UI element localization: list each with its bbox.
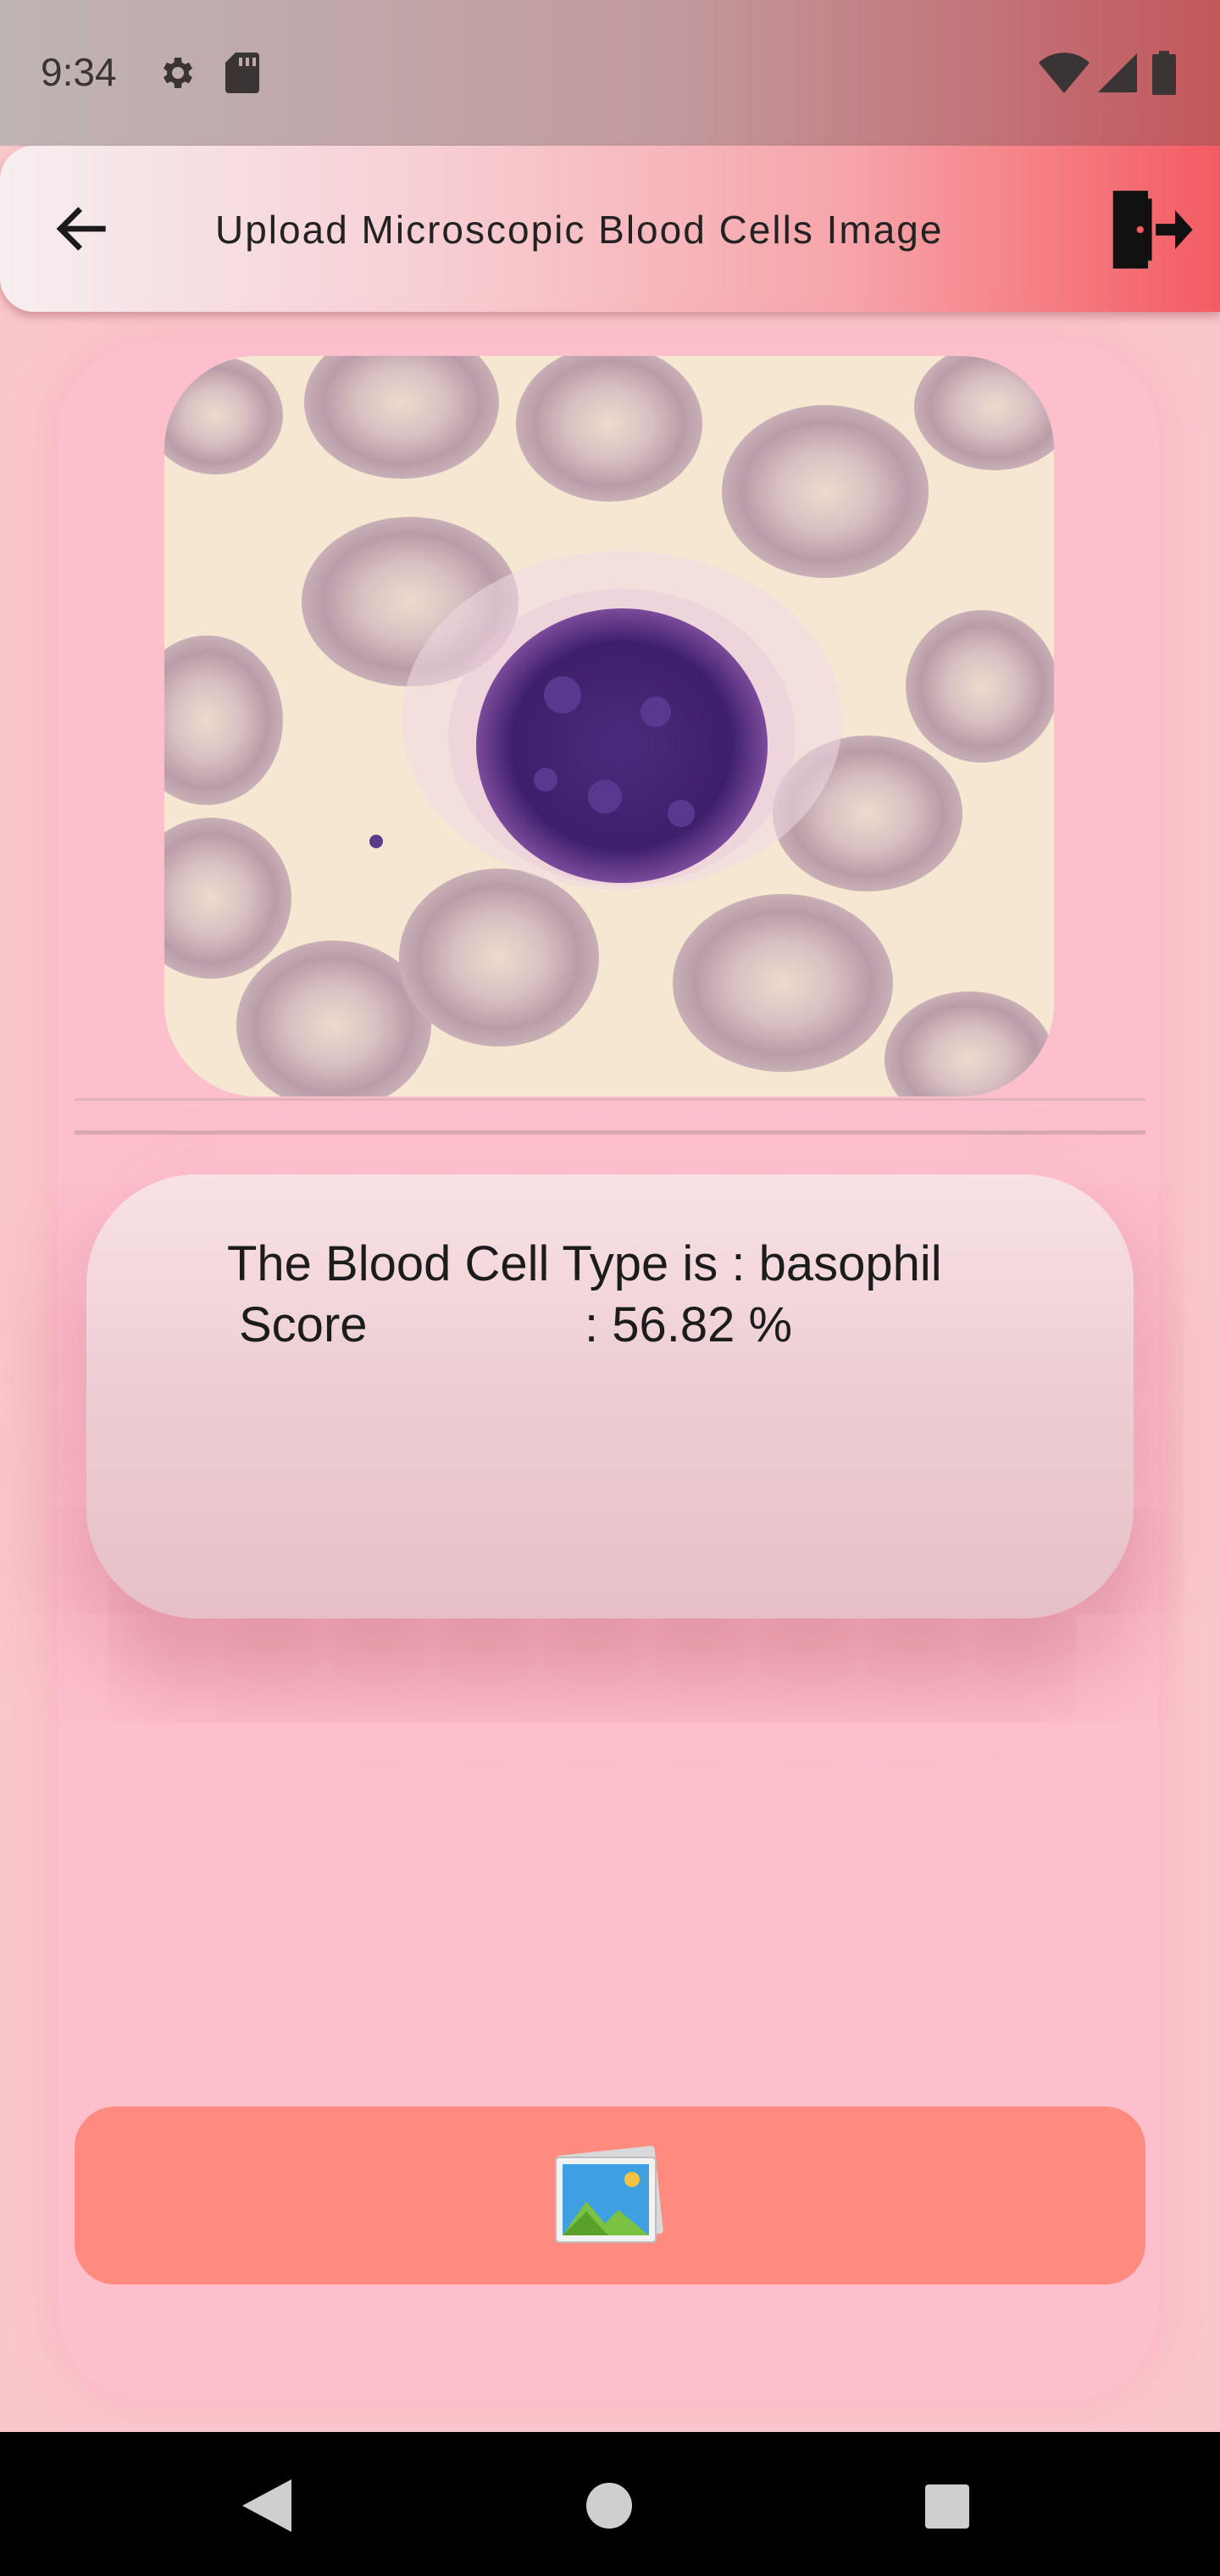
blood-cell-image — [164, 356, 1054, 1096]
score-label: Score — [239, 1297, 368, 1352]
page-title: Upload Microscopic Blood Cells Image — [215, 208, 944, 252]
app-bar: Upload Microscopic Blood Cells Image — [0, 146, 1220, 312]
nav-recents-icon[interactable] — [925, 2484, 969, 2529]
nav-home-icon[interactable] — [586, 2483, 632, 2529]
gallery-icon — [555, 2146, 663, 2244]
navigation-bar — [0, 2432, 1220, 2576]
status-bar: 9:34 — [0, 0, 1220, 146]
pick-image-button[interactable] — [75, 2107, 1145, 2285]
nav-back-icon[interactable] — [242, 2479, 291, 2532]
arrow-left-icon[interactable] — [49, 195, 117, 263]
cell-type-text: The Blood Cell Type is : basophil — [227, 1236, 942, 1291]
divider — [75, 1098, 1145, 1101]
wifi-icon — [1039, 53, 1090, 93]
sd-card-icon — [225, 53, 259, 93]
result-card: The Blood Cell Type is : basophil Score … — [86, 1174, 1134, 1618]
divider — [75, 1130, 1145, 1135]
signal-icon — [1098, 53, 1137, 92]
battery-icon — [1152, 51, 1176, 95]
score-value: : 56.82 % — [585, 1297, 793, 1352]
logout-icon[interactable] — [1101, 183, 1195, 276]
gear-icon — [164, 58, 192, 88]
status-time: 9:34 — [41, 50, 117, 94]
